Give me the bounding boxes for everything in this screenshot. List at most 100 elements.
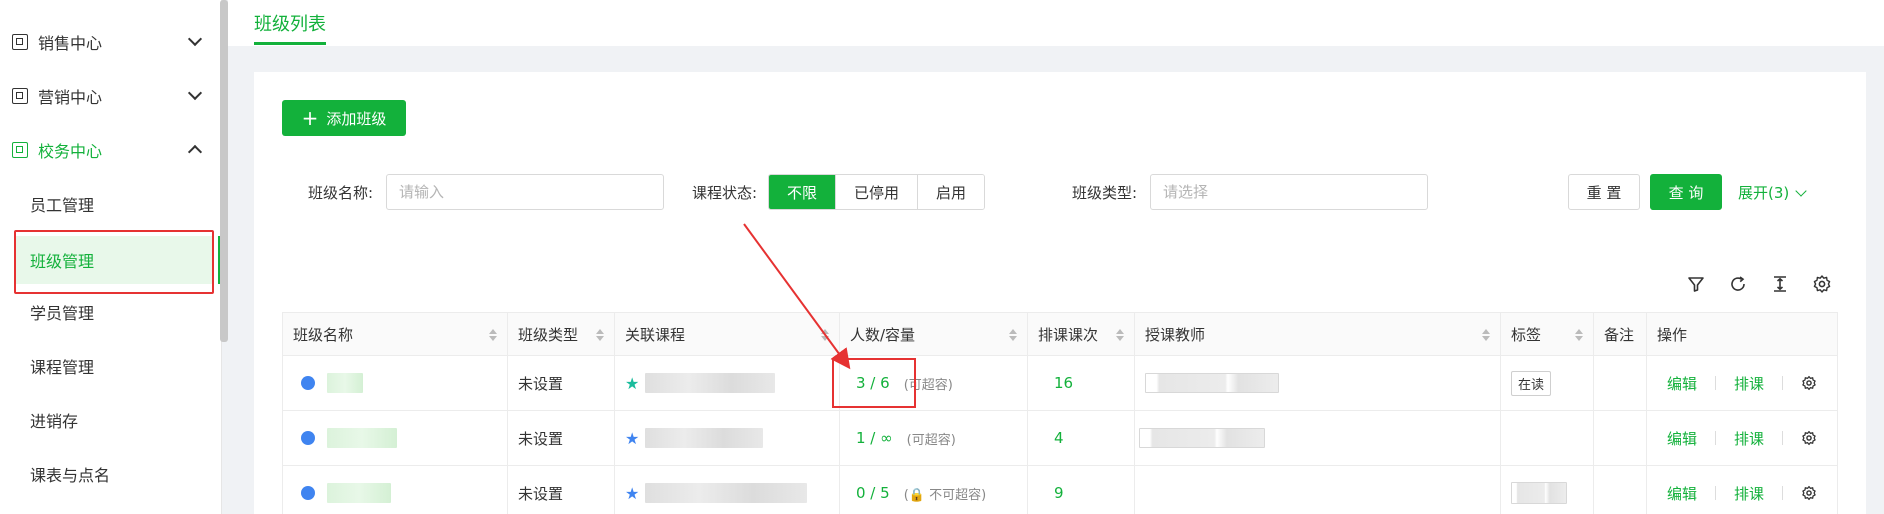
cell-teacher [1135, 411, 1501, 465]
marketing-center-icon [12, 88, 28, 104]
content-card: + 添加班级 班级名称: 课程状态: 不限 已停用 启用 班级类型: 重 置 查… [254, 72, 1866, 514]
annotation-highlight-box [832, 358, 916, 408]
class-type-label: 班级类型: [1072, 184, 1138, 202]
cell-sessions: 4 [1028, 411, 1135, 465]
sidebar-group-sales[interactable]: 销售中心 [0, 18, 220, 66]
sort-icon[interactable] [821, 329, 829, 341]
cell-sessions: 9 [1028, 466, 1135, 514]
column-header-sessions[interactable]: 排课课次 [1028, 313, 1135, 355]
cell-remark [1594, 411, 1647, 465]
sort-icon[interactable] [596, 329, 604, 341]
redacted-text [645, 428, 764, 448]
expand-label: 展开(3) [1738, 184, 1790, 202]
column-header-teacher[interactable]: 授课教师 [1135, 313, 1501, 355]
schedule-link[interactable]: 排课 [1734, 483, 1764, 504]
column-header-class-type[interactable]: 班级类型 [508, 313, 615, 355]
redacted-text [1511, 482, 1567, 504]
settings-gear-icon[interactable] [1812, 274, 1832, 294]
sidebar-group-marketing[interactable]: 营销中心 [0, 72, 220, 120]
sort-icon[interactable] [489, 329, 497, 341]
sidebar-item-timetable[interactable]: 课表与点名 [0, 450, 220, 498]
cell-actions: 编辑 排课 [1647, 466, 1837, 514]
redacted-text [327, 483, 391, 503]
status-badge: 在读 [1511, 370, 1552, 396]
class-type-select[interactable] [1150, 174, 1428, 210]
cell-tag [1501, 411, 1594, 465]
course-status-segmented: 不限 已停用 启用 [768, 174, 986, 210]
cell-class-type: 未设置 [508, 411, 615, 465]
status-option-disabled[interactable]: 已停用 [836, 175, 919, 209]
active-tab-underline [254, 42, 326, 45]
sidebar-item-students[interactable]: 学员管理 [0, 288, 220, 336]
column-header-course[interactable]: 关联课程 [615, 313, 840, 355]
cell-actions: 编辑 排课 [1647, 411, 1837, 465]
schedule-link[interactable]: 排课 [1734, 428, 1764, 449]
sales-center-icon [12, 34, 28, 50]
cell-tag: 在读 [1501, 356, 1594, 410]
status-dot [301, 431, 315, 445]
row-settings-gear-icon[interactable] [1801, 430, 1817, 446]
sidebar-group-label: 校务中心 [38, 142, 103, 161]
reset-button[interactable]: 重 置 [1568, 174, 1640, 210]
schedule-link[interactable]: 排课 [1734, 373, 1764, 394]
star-icon: ★ [625, 428, 640, 448]
sidebar-item-inventory[interactable]: 进销存 [0, 396, 220, 444]
sort-icon[interactable] [1482, 329, 1490, 341]
column-header-remark: 备注 [1594, 313, 1647, 355]
query-button[interactable]: 查 询 [1650, 174, 1722, 210]
sidebar-scrollbar[interactable] [220, 0, 228, 342]
divider [1782, 486, 1784, 500]
tab-bar: 班级列表 [228, 0, 1884, 46]
edit-link[interactable]: 编辑 [1667, 373, 1697, 394]
table-header: 班级名称 班级类型 关联课程 人数/容量 排课课次 授课教师 标签 备注 操作 [282, 312, 1838, 356]
filter-icon[interactable] [1686, 274, 1706, 294]
cell-sessions: 16 [1028, 356, 1135, 410]
column-header-tag[interactable]: 标签 [1501, 313, 1594, 355]
cell-remark [1594, 466, 1647, 514]
chevron-down-icon [1795, 185, 1807, 197]
sort-icon[interactable] [1575, 329, 1583, 341]
expand-filters-link[interactable]: 展开(3) [1738, 182, 1807, 203]
row-settings-gear-icon[interactable] [1801, 375, 1817, 391]
school-center-icon [12, 142, 28, 158]
table-toolbar [1686, 274, 1832, 294]
table-row: 未设置 ★ 3 / 6 (可超容) 16 在读 编辑 排课 [282, 356, 1838, 411]
edit-link[interactable]: 编辑 [1667, 483, 1697, 504]
divider [1715, 486, 1717, 500]
add-class-button[interactable]: + 添加班级 [282, 100, 406, 136]
class-name-label: 班级名称: [308, 184, 374, 202]
cell-actions: 编辑 排课 [1647, 356, 1837, 410]
redacted-text [1139, 428, 1265, 448]
status-option-all[interactable]: 不限 [769, 175, 837, 209]
sidebar-group-school-affairs[interactable]: 校务中心 [0, 126, 220, 174]
table-row: 未设置 ★ 1 / ∞ (可超容) 4 编辑 排课 [282, 411, 1838, 466]
sidebar-group-label: 销售中心 [38, 34, 103, 53]
redacted-text [327, 373, 363, 393]
cell-capacity: 1 / ∞ (可超容) [840, 411, 1028, 465]
cell-course: ★ [615, 411, 840, 465]
cell-class-name [283, 466, 508, 514]
cell-tag [1501, 466, 1594, 514]
edit-link[interactable]: 编辑 [1667, 428, 1697, 449]
annotation-highlight-box [14, 230, 214, 294]
status-dot [301, 486, 315, 500]
sort-icon[interactable] [1009, 329, 1017, 341]
chevron-down-icon [187, 31, 203, 47]
sort-icon[interactable] [1116, 329, 1124, 341]
column-header-capacity[interactable]: 人数/容量 [840, 313, 1028, 355]
status-option-enabled[interactable]: 启用 [918, 175, 985, 209]
class-name-input[interactable] [386, 174, 664, 210]
row-settings-gear-icon[interactable] [1801, 485, 1817, 501]
refresh-icon[interactable] [1728, 274, 1748, 294]
sidebar-item-courses[interactable]: 课程管理 [0, 342, 220, 390]
column-height-icon[interactable] [1770, 274, 1790, 294]
cell-course: ★ [615, 466, 840, 514]
course-status-label: 课程状态: [692, 184, 758, 202]
column-header-class-name[interactable]: 班级名称 [283, 313, 508, 355]
divider [1782, 376, 1784, 390]
column-header-actions: 操作 [1657, 325, 1688, 344]
tab-class-list[interactable]: 班级列表 [254, 10, 326, 36]
cell-remark [1594, 356, 1647, 410]
sidebar-item-staff[interactable]: 员工管理 [0, 180, 220, 228]
divider [1782, 431, 1784, 445]
